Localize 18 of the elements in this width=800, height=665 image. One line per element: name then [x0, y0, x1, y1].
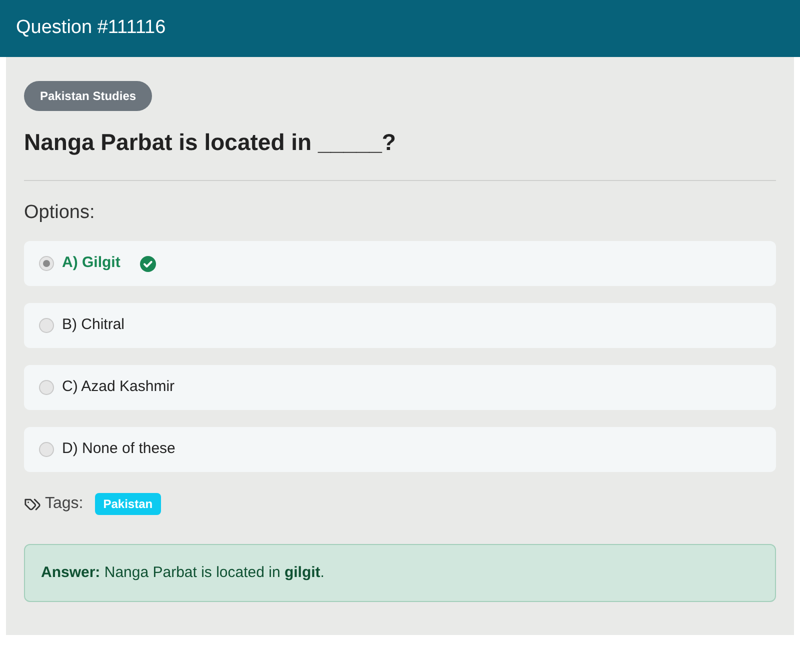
option-text: D) None of these	[62, 439, 176, 460]
tags-label: Tags:	[45, 494, 84, 514]
option-row[interactable]: B) Chitral	[24, 303, 776, 348]
options-label: Options:	[24, 200, 96, 224]
radio-button[interactable]	[39, 256, 54, 271]
option-text: C) Azad Kashmir	[62, 377, 175, 398]
answer-text: Answer: Nanga Parbat is located in gilgit.	[41, 562, 324, 583]
category-badge: Pakistan Studies	[24, 81, 152, 111]
question-text: Nanga Parbat is located in _____?	[24, 128, 397, 157]
option-row[interactable]: A) Gilgit	[24, 241, 776, 286]
option-text: A) Gilgit	[62, 253, 120, 274]
option-row[interactable]: D) None of these	[24, 427, 776, 472]
question-title: Question #111116	[16, 16, 166, 40]
option-row[interactable]: C) Azad Kashmir	[24, 365, 776, 410]
radio-button[interactable]	[39, 442, 54, 457]
option-text: B) Chitral	[62, 315, 125, 336]
radio-button[interactable]	[39, 318, 54, 333]
radio-button[interactable]	[39, 380, 54, 395]
